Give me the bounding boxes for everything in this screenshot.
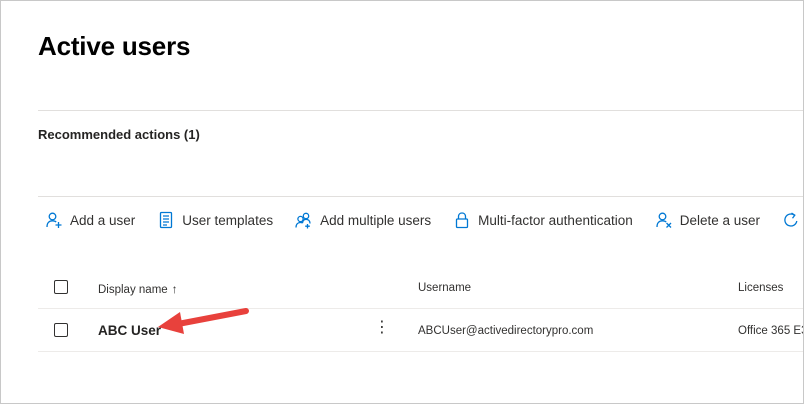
add-multiple-users-label: Add multiple users (320, 212, 432, 228)
user-templates-label: User templates (182, 212, 274, 228)
lock-icon (453, 211, 471, 229)
command-bar: Add a user User templates Add multiple u… (38, 207, 803, 233)
multi-factor-authentication-button[interactable]: Multi-factor authentication (447, 211, 633, 229)
more-actions-icon[interactable]: ⋮ (374, 320, 390, 336)
annotation-arrow (158, 308, 249, 334)
column-header-display-name[interactable]: Display name ↑ (98, 282, 178, 296)
user-display-name-link[interactable]: ABC User (98, 323, 161, 338)
user-username: ABCUser@activedirectorypro.com (418, 325, 594, 337)
add-multiple-users-button[interactable]: Add multiple users (289, 211, 431, 229)
column-header-username[interactable]: Username (418, 282, 471, 294)
template-icon (157, 211, 175, 229)
delete-user-icon (655, 211, 673, 229)
recommended-actions[interactable]: Recommended actions (1) (38, 127, 200, 142)
user-templates-button[interactable]: User templates (151, 211, 273, 229)
grid-header-row: Display name ↑ Username Licenses (38, 267, 803, 309)
toolbar-divider (38, 196, 803, 197)
admin-center-window: Active users Recommended actions (1) Add… (0, 0, 804, 404)
multi-factor-authentication-label: Multi-factor authentication (478, 212, 633, 228)
add-user-icon (45, 211, 63, 229)
sort-ascending-icon: ↑ (171, 282, 178, 296)
page-title: Active users (38, 31, 191, 61)
table-row[interactable]: ABC User ⋮ ABCUser@activedirectorypro.co… (38, 309, 803, 352)
refresh-button[interactable]: Re (776, 211, 803, 229)
add-user-button[interactable]: Add a user (38, 211, 135, 229)
delete-user-label: Delete a user (679, 212, 761, 228)
add-multiple-users-icon (295, 211, 313, 229)
column-header-licenses[interactable]: Licenses (738, 282, 783, 294)
display-name-header-label: Display name (98, 284, 168, 296)
add-user-label: Add a user (70, 212, 136, 228)
row-checkbox[interactable] (54, 323, 68, 337)
delete-user-button[interactable]: Delete a user (649, 211, 760, 229)
users-grid: Display name ↑ Username Licenses ABC User… (38, 267, 803, 352)
refresh-icon (782, 211, 800, 229)
select-all-checkbox[interactable] (54, 280, 68, 294)
header-divider (38, 110, 803, 111)
user-licenses: Office 365 E3 (738, 325, 804, 337)
